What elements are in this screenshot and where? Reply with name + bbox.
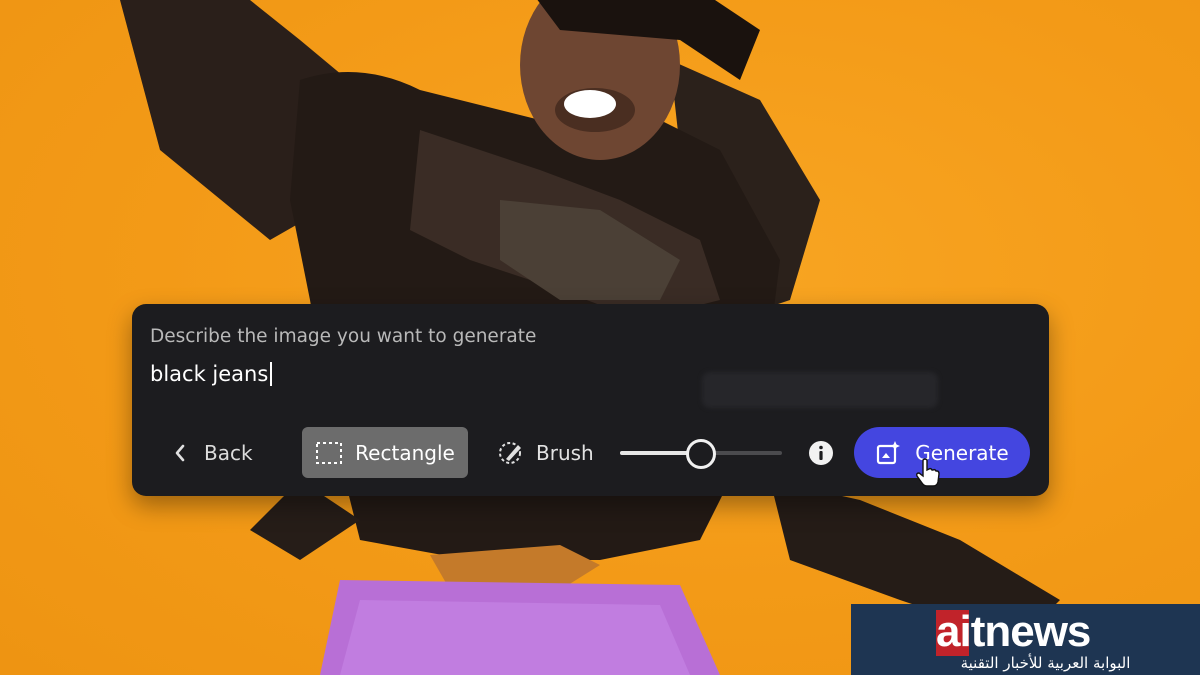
slider-thumb[interactable] — [686, 439, 716, 469]
info-icon[interactable] — [808, 440, 834, 466]
blurred-suggestion-chip — [702, 372, 938, 408]
image-sparkle-icon — [877, 440, 901, 464]
back-button[interactable]: Back — [174, 433, 253, 473]
generative-fill-panel: Describe the image you want to generate … — [132, 304, 1049, 496]
rectangle-label: Rectangle — [355, 440, 455, 465]
hand-cursor-icon — [916, 458, 940, 487]
back-label: Back — [204, 441, 253, 465]
generate-toolbar: Back Rectangle Brush Generate — [132, 427, 1049, 479]
chevron-left-icon — [175, 444, 185, 462]
aitnews-logo: aitnews البوابة العربية للأخبار التقنية — [851, 604, 1200, 675]
brush-label: Brush — [536, 441, 594, 465]
brush-tool-button[interactable]: Brush — [498, 433, 594, 473]
dashed-rectangle-icon — [316, 441, 343, 464]
prompt-label: Describe the image you want to generate — [150, 326, 537, 347]
rectangle-tool-button[interactable]: Rectangle — [302, 427, 468, 478]
prompt-input-text: black jeans — [150, 362, 269, 386]
generate-button[interactable]: Generate — [854, 427, 1030, 478]
brush-icon — [499, 442, 521, 464]
text-caret — [270, 362, 273, 386]
brush-size-slider[interactable] — [620, 439, 782, 469]
logo-wordmark: aitnews — [936, 607, 1091, 656]
prompt-input[interactable]: black jeans — [150, 362, 273, 386]
logo-tagline: البوابة العربية للأخبار التقنية — [960, 654, 1131, 672]
